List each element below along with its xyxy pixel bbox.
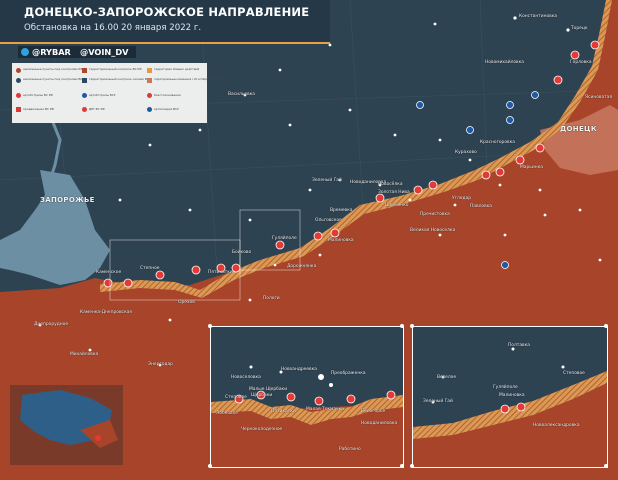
artillery-ru-icon bbox=[16, 93, 21, 98]
place-label: Орехов bbox=[178, 300, 195, 305]
inset1-corner bbox=[208, 324, 212, 328]
place-label: Угледар bbox=[452, 196, 472, 201]
map-header: ДОНЕЦКО-ЗАПОРОЖСКОЕ НАПРАВЛЕНИЕ Обстанов… bbox=[0, 0, 330, 44]
place-label: Ольговское bbox=[315, 218, 342, 223]
inset2-corner bbox=[410, 464, 414, 468]
legend-item-4: территории боевых действий bbox=[154, 67, 200, 71]
social-handles: @RYBAR @VOIN_DV bbox=[18, 46, 136, 58]
place-label: Горловка bbox=[570, 60, 592, 65]
place-label: Великая Новоселка bbox=[410, 228, 456, 233]
handle-rybar: @RYBAR bbox=[32, 47, 71, 57]
place-label: Торецк bbox=[571, 26, 588, 31]
inset1-label: Малые Щербаки bbox=[249, 387, 288, 392]
place-label: Золотая Нива bbox=[378, 190, 410, 195]
place-label: Константиновка bbox=[519, 14, 558, 19]
legend-item-3: территориальный контроль силами ВСУ bbox=[89, 77, 151, 81]
changes-swatch bbox=[147, 78, 152, 83]
place-label: Ясиноватая bbox=[585, 95, 613, 100]
label-zaporozhye: ЗАПОРОЖЬЕ bbox=[40, 196, 95, 204]
legend-item-0: населенные пункты под контролем РФ bbox=[23, 67, 83, 71]
ukraine-control-swatch bbox=[82, 78, 87, 83]
place-label: Каменка-Днепровская bbox=[80, 310, 132, 315]
place-label: Шевченко bbox=[385, 203, 409, 208]
place-label: Новосёлка bbox=[378, 182, 403, 187]
combat-zone-swatch bbox=[147, 68, 152, 73]
label-donetsk: ДОНЕЦК bbox=[560, 125, 597, 133]
place-label: Курахово bbox=[455, 150, 477, 155]
inset1-label: Новоандреевка bbox=[281, 367, 317, 372]
place-label: Энергодар bbox=[148, 362, 173, 367]
inset2-label: Зеленый Гай bbox=[423, 399, 453, 404]
place-label: Пологи bbox=[263, 296, 280, 301]
place-label: Марьинка bbox=[520, 165, 543, 170]
inset1-label: Новоданиловка bbox=[361, 421, 398, 426]
drg-icon bbox=[82, 107, 87, 112]
map-title: ДОНЕЦКО-ЗАПОРОЖСКОЕ НАПРАВЛЕНИЕ bbox=[24, 5, 310, 19]
legend-item-10: ДРГ ВС РФ bbox=[89, 107, 105, 111]
artillery-ua-icon bbox=[82, 93, 87, 98]
inset2-label: Новоалександровка bbox=[533, 423, 580, 428]
place-label: Бойково bbox=[232, 250, 252, 255]
ua-artillery-icon bbox=[147, 107, 152, 112]
inset2-label: Степовое bbox=[563, 371, 585, 376]
map-subtitle: Обстановка на 16.00 20 января 2022 г. bbox=[24, 23, 202, 33]
inset1-label: Щербаки bbox=[251, 393, 273, 398]
inset2-label: Гуляйполе bbox=[493, 385, 518, 390]
place-label: Красногоровка bbox=[480, 140, 515, 145]
inset2-corner bbox=[410, 324, 414, 328]
inset1-label: Преображенка bbox=[331, 371, 366, 376]
inset2-label: Веселое bbox=[437, 375, 457, 380]
legend-item-7: артобстрелы ВСУ bbox=[89, 93, 116, 97]
inset-map-1: Новоселовка Степовое Малые Щербаки Щерба… bbox=[210, 326, 404, 468]
inset1-label: Черноколодезное bbox=[241, 427, 283, 432]
inset1-label: Лобковое bbox=[216, 411, 239, 416]
legend-item-5: территориальные изменения с 20 октября 2… bbox=[154, 78, 222, 81]
place-label: Каменское bbox=[96, 270, 122, 275]
legend-item-1: населенные пункты под контролем ВСУ bbox=[23, 77, 85, 81]
inset1-corner bbox=[400, 324, 404, 328]
inset2-corner bbox=[604, 324, 608, 328]
place-label: Днепрорудное bbox=[34, 322, 69, 327]
inset1-label: Малая Токмачка bbox=[306, 407, 344, 412]
legend-item-11: артиллерия ВСУ bbox=[154, 107, 179, 111]
ukraine-town-icon bbox=[16, 78, 21, 83]
inset2-label: Малиновка bbox=[499, 393, 525, 398]
place-label: Зеленый Гай bbox=[312, 178, 342, 183]
advance-icon bbox=[16, 107, 21, 112]
place-label: Малиновка bbox=[328, 238, 354, 243]
place-label: Михайловка bbox=[70, 352, 99, 357]
inset1-corner bbox=[400, 464, 404, 468]
inset1-label: Пятихатки bbox=[271, 409, 296, 414]
inset1-label: Новоселовка bbox=[231, 375, 261, 380]
place-label: Пятихатки bbox=[208, 270, 233, 275]
handle-voin-dv: @VOIN_DV bbox=[80, 47, 129, 57]
inset1-label: Белогорье bbox=[361, 409, 386, 414]
legend-item-2: территориальный контроль ВС РФ bbox=[89, 67, 142, 71]
legend-panel: населенные пункты под контролем РФ насел… bbox=[12, 63, 221, 123]
inset1-corner bbox=[208, 464, 212, 468]
legend-item-8: боестолкновения bbox=[154, 93, 181, 97]
place-label: Павловка bbox=[470, 204, 493, 209]
place-label: Новомихайловка bbox=[485, 60, 524, 65]
legend-item-9: продвижение ВС РФ bbox=[23, 107, 55, 111]
inset2-label: Полтавка bbox=[508, 343, 530, 348]
russia-control-swatch bbox=[82, 68, 87, 73]
russia-town-icon bbox=[16, 68, 21, 73]
inset-map-2: Полтавка Степовое Гуляйполе Зеленый Гай … bbox=[412, 326, 608, 468]
place-label: Васильевка bbox=[228, 92, 255, 97]
place-label: Дорожнянка bbox=[287, 264, 317, 269]
inset1-label: Работино bbox=[339, 447, 361, 452]
place-label: Времевка bbox=[330, 208, 353, 213]
legend-item-6: артобстрелы ВС РФ bbox=[23, 93, 53, 97]
inset2-corner bbox=[604, 464, 608, 468]
place-label: Пречистовка bbox=[420, 212, 450, 217]
telegram-icon bbox=[21, 48, 29, 56]
place-label: Гуляйполе bbox=[272, 236, 297, 241]
clash-icon bbox=[147, 93, 152, 98]
inset1-label: Степовое bbox=[225, 395, 247, 400]
place-label: Степное bbox=[140, 266, 160, 271]
